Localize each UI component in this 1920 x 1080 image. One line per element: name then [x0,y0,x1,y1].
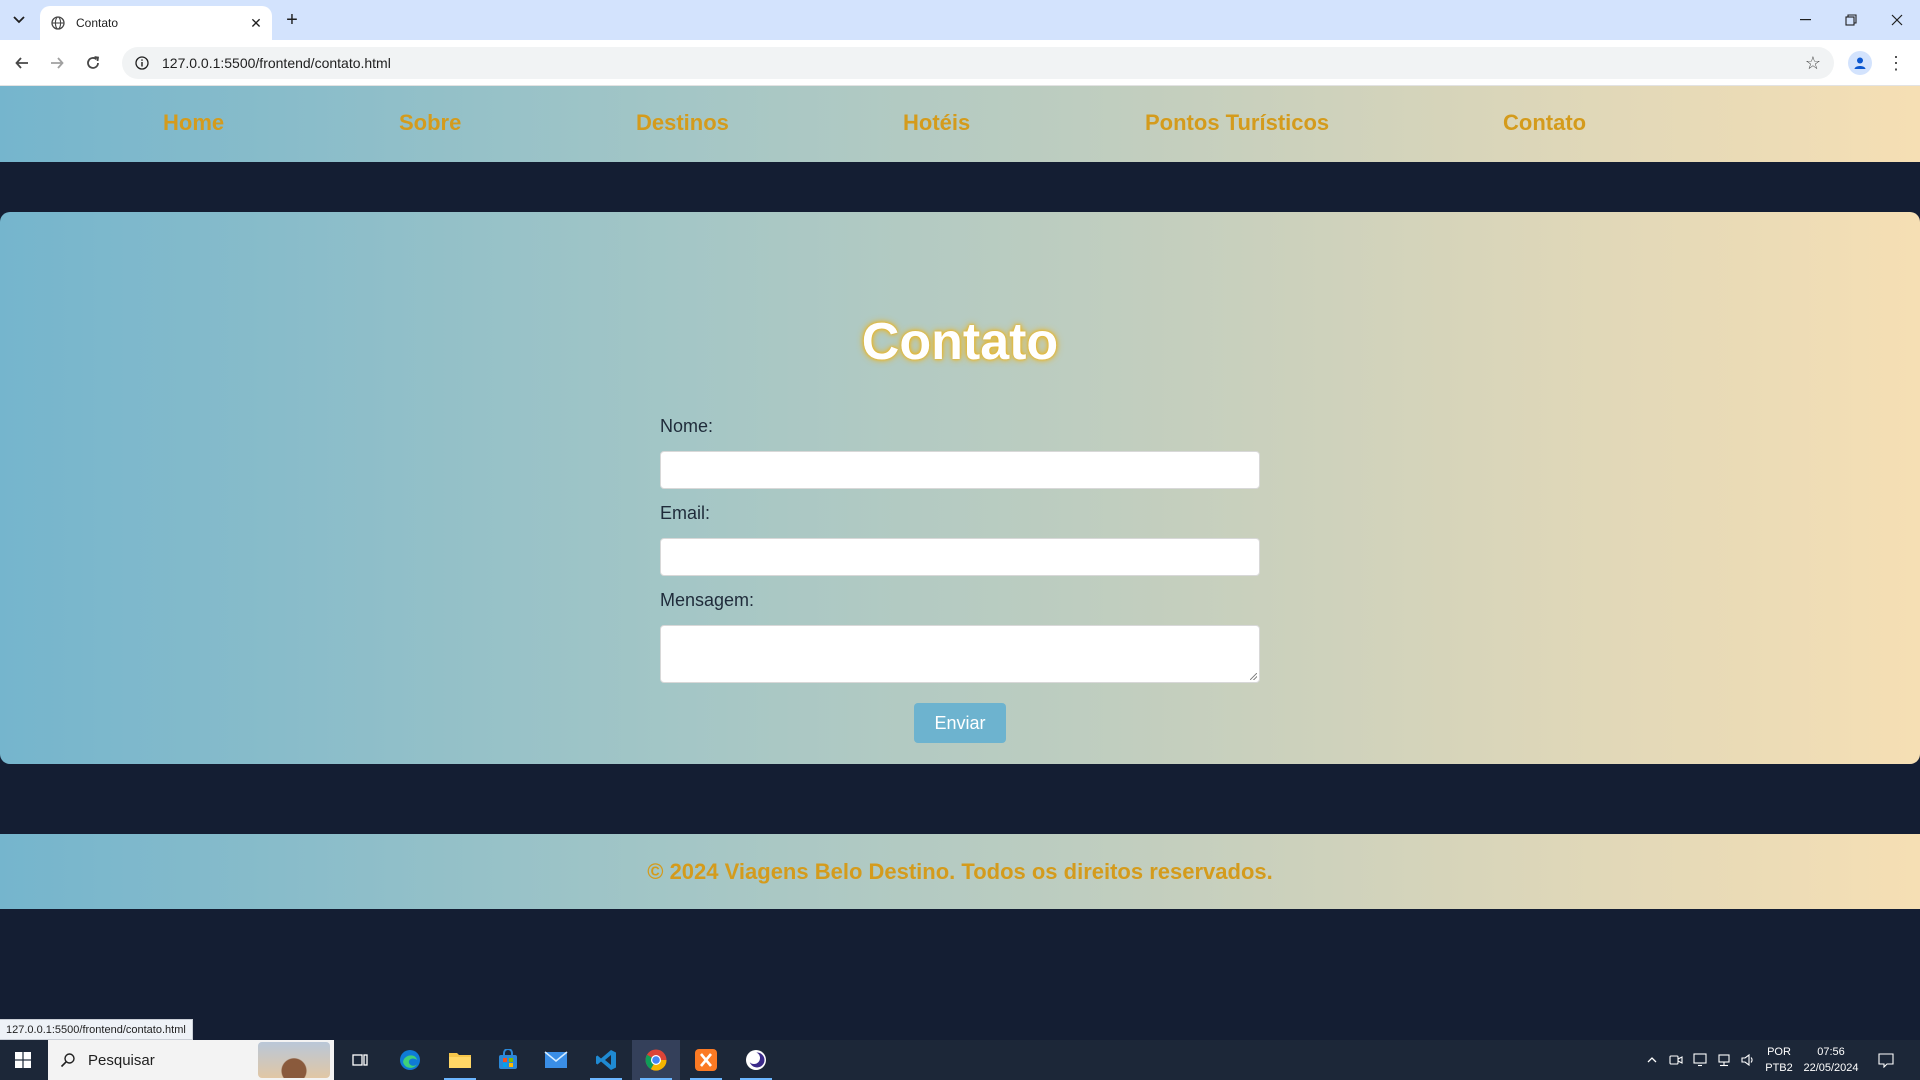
nav-link-contato[interactable]: Contato [1503,110,1586,136]
minimize-icon[interactable] [1782,0,1828,40]
site-navigation: Home Sobre Destinos Hotéis Pontos Turíst… [0,86,1920,162]
notification-center-icon[interactable] [1872,1040,1900,1080]
close-window-icon[interactable] [1874,0,1920,40]
tab-search-button[interactable] [6,8,32,32]
wifi-icon[interactable] [1690,1040,1710,1080]
mail-icon[interactable] [532,1040,580,1080]
taskbar-search-box[interactable]: Pesquisar [48,1040,334,1080]
vscode-icon[interactable] [582,1040,630,1080]
taskbar-clock[interactable]: 07:56 22/05/2024 [1800,1044,1862,1076]
submit-button[interactable]: Enviar [914,703,1006,743]
page-title: Contato [861,313,1059,371]
network-icon[interactable] [1714,1040,1734,1080]
email-label: Email: [660,503,711,523]
browser-tab-active[interactable]: Contato ✕ [40,6,272,40]
search-icon [60,1053,75,1068]
link-status-bar: 127.0.0.1:5500/frontend/contato.html [0,1019,193,1040]
language-code: POR [1767,1046,1791,1058]
url-text[interactable]: 127.0.0.1:5500/frontend/contato.html [162,55,1802,71]
message-label: Mensagem: [660,590,755,610]
edge-icon[interactable] [386,1040,434,1080]
search-placeholder: Pesquisar [88,1051,155,1069]
contact-form-card: Contato Nome: Email: Mensagem: Enviar [0,212,1920,764]
windows-start-icon[interactable] [0,1040,46,1080]
address-bar[interactable]: 127.0.0.1:5500/frontend/contato.html ☆ [122,47,1834,79]
windows-taskbar: Pesquisar POR PTB2 07:56 22/05/2024 [0,1040,1920,1080]
bookmark-star-icon[interactable]: ☆ [1802,52,1824,74]
globe-icon [50,15,66,31]
profile-avatar-icon[interactable] [1848,51,1872,75]
footer-copyright: © 2024 Viagens Belo Destino. Todos os di… [647,858,1273,884]
nav-link-hoteis[interactable]: Hotéis [903,110,970,136]
clock-time: 07:56 [1817,1046,1845,1058]
browser-tab-strip: Contato ✕ + [0,0,1920,40]
nav-link-destinos[interactable]: Destinos [636,110,729,136]
new-tab-icon[interactable]: + [280,8,304,32]
clock-date: 22/05/2024 [1803,1062,1859,1074]
keyboard-layout: PTB2 [1765,1062,1793,1074]
xampp-icon[interactable] [682,1040,730,1080]
browser-toolbar: 127.0.0.1:5500/frontend/contato.html ☆ ⋮ [0,40,1920,86]
volume-icon[interactable] [1738,1040,1758,1080]
chevron-down-icon [13,16,25,24]
file-explorer-icon[interactable] [436,1040,484,1080]
search-highlight-image [258,1042,330,1078]
nav-link-sobre[interactable]: Sobre [399,110,461,136]
restore-icon[interactable] [1828,0,1874,40]
back-arrow-icon[interactable] [8,49,36,77]
meet-now-icon[interactable] [1666,1040,1686,1080]
language-indicator[interactable]: POR PTB2 [1762,1044,1796,1076]
tab-close-icon[interactable]: ✕ [246,13,266,33]
name-label: Nome: [660,416,714,436]
site-info-icon[interactable] [134,55,150,71]
nav-link-home[interactable]: Home [163,110,224,136]
task-view-icon[interactable] [336,1040,384,1080]
email-input[interactable] [660,538,1260,576]
message-textarea[interactable] [660,625,1260,683]
reload-icon[interactable] [79,49,107,77]
tab-title: Contato [76,16,119,30]
chrome-icon[interactable] [632,1040,680,1080]
name-input[interactable] [660,451,1260,489]
eclipse-icon[interactable] [732,1040,780,1080]
browser-menu-icon[interactable]: ⋮ [1884,51,1908,75]
site-footer: © 2024 Viagens Belo Destino. Todos os di… [0,834,1920,909]
show-hidden-icons-chevron-up-icon[interactable] [1642,1040,1662,1080]
forward-arrow-icon[interactable] [43,49,71,77]
microsoft-store-icon[interactable] [484,1040,532,1080]
nav-link-pontos-turisticos[interactable]: Pontos Turísticos [1145,110,1329,136]
